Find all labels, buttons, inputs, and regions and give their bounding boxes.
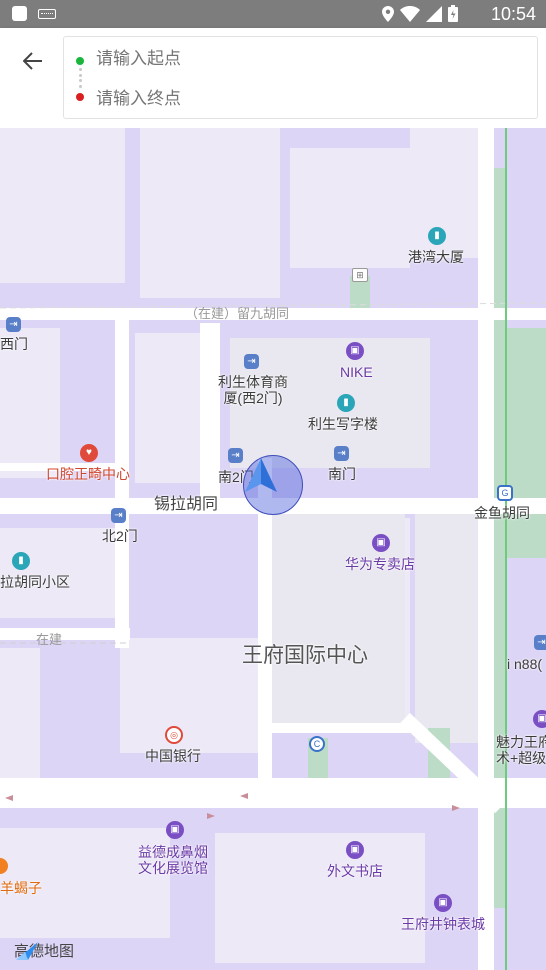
gate-poi-icon[interactable]: ⇥ bbox=[228, 448, 243, 463]
signal-icon bbox=[426, 5, 442, 22]
arrow-left-icon bbox=[23, 52, 42, 70]
shop-poi-icon[interactable]: ▣ bbox=[372, 534, 390, 552]
gate-poi-icon[interactable]: ⇥ bbox=[534, 635, 546, 650]
poi-label-huawei[interactable]: 华为专卖店 bbox=[345, 556, 415, 572]
start-point-input[interactable] bbox=[96, 48, 516, 70]
bank-poi-icon[interactable]: ◎ bbox=[165, 726, 183, 744]
office-poi-icon[interactable]: ▮ bbox=[337, 394, 355, 412]
end-dot-icon bbox=[76, 93, 84, 101]
poi-label-yidecheng[interactable]: 益德成鼻烟 文化展览馆 bbox=[138, 844, 208, 876]
poi-label-nike[interactable]: NIKE bbox=[340, 364, 373, 380]
bus-stop-icon[interactable]: C bbox=[309, 736, 325, 752]
street-label-xila: 锡拉胡同 bbox=[154, 496, 219, 513]
poi-label-bank[interactable]: 中国银行 bbox=[145, 748, 201, 764]
residence-poi-icon[interactable]: ▮ bbox=[12, 552, 30, 570]
poi-label-dental[interactable]: 口腔正畸中心 bbox=[46, 466, 130, 482]
dental-poi-icon[interactable]: ♥ bbox=[80, 444, 98, 462]
shop-poi-icon[interactable]: ▣ bbox=[346, 342, 364, 360]
clock: 10:54 bbox=[490, 4, 536, 24]
amap-logo-icon bbox=[16, 942, 38, 960]
poi-label-jinyu[interactable]: 金鱼胡同 bbox=[474, 505, 530, 521]
gate-poi-icon: ⊞ bbox=[352, 268, 368, 282]
area-label-wangfu-center[interactable]: 王府国际中心 bbox=[242, 644, 368, 668]
connector-dots bbox=[78, 68, 82, 88]
route-inputs bbox=[63, 36, 538, 119]
current-location-marker[interactable] bbox=[243, 455, 303, 515]
status-bar: 10:54 bbox=[0, 0, 546, 28]
road-label-liujiu: （在建）留九胡同 bbox=[185, 306, 290, 321]
end-point-input[interactable] bbox=[96, 88, 516, 110]
navigation-arrow-icon bbox=[245, 458, 277, 492]
map-view[interactable]: ▮ 港湾大厦 ⊞ （在建）留九胡同 ⇥ 西门 ▣ NIKE ⇥ 利生体育商 厦(… bbox=[0, 128, 546, 970]
gate-poi-icon[interactable]: ⇥ bbox=[244, 354, 259, 369]
gate-poi-icon[interactable]: ⇥ bbox=[6, 317, 21, 332]
poi-label-ximen[interactable]: 西门 bbox=[0, 336, 28, 352]
map-logo: 高德地图 bbox=[14, 940, 74, 961]
poi-label-lisheng-office[interactable]: 利生写字楼 bbox=[308, 416, 378, 432]
notification-icon bbox=[12, 6, 27, 21]
shop-poi-icon[interactable]: ▣ bbox=[166, 821, 184, 839]
location-icon bbox=[382, 5, 394, 22]
poi-label-gangwan[interactable]: 港湾大厦 bbox=[408, 249, 464, 265]
poi-label-yangxiezi[interactable]: 羊蝎子 bbox=[0, 880, 42, 896]
poi-label-wangfujing-watch[interactable]: 王府井钟表城 bbox=[401, 916, 485, 932]
shop-poi-icon[interactable]: ▣ bbox=[533, 710, 546, 728]
office-poi-icon[interactable]: ▮ bbox=[428, 227, 446, 245]
status-icons bbox=[382, 5, 458, 22]
poi-label-north2[interactable]: 北2门 bbox=[102, 528, 138, 544]
route-search-header bbox=[0, 28, 546, 128]
poi-label-meili[interactable]: 魅力王府 术+超级 bbox=[496, 734, 546, 766]
poi-label-in88[interactable]: i n88( bbox=[507, 656, 542, 672]
wifi-icon bbox=[400, 5, 420, 22]
start-dot-icon bbox=[76, 57, 84, 65]
gate-poi-icon[interactable]: ⇥ bbox=[111, 508, 126, 523]
metro-station-icon[interactable]: G bbox=[497, 485, 513, 501]
map-base bbox=[0, 128, 546, 970]
shop-poi-icon[interactable]: ▣ bbox=[434, 894, 452, 912]
poi-label-lahutong[interactable]: 拉胡同小区 bbox=[0, 574, 70, 590]
back-button[interactable] bbox=[18, 46, 48, 76]
road-label-zaijian: 在建 bbox=[36, 632, 63, 647]
gate-poi-icon[interactable]: ⇥ bbox=[334, 446, 349, 461]
poi-label-waiwen[interactable]: 外文书店 bbox=[327, 863, 383, 879]
poi-label-south[interactable]: 南门 bbox=[328, 466, 356, 482]
battery-icon bbox=[448, 5, 458, 22]
poi-label-lisheng-sports[interactable]: 利生体育商 厦(西2门) bbox=[218, 374, 288, 406]
keyboard-icon bbox=[38, 9, 56, 19]
shop-poi-icon[interactable]: ▣ bbox=[346, 841, 364, 859]
